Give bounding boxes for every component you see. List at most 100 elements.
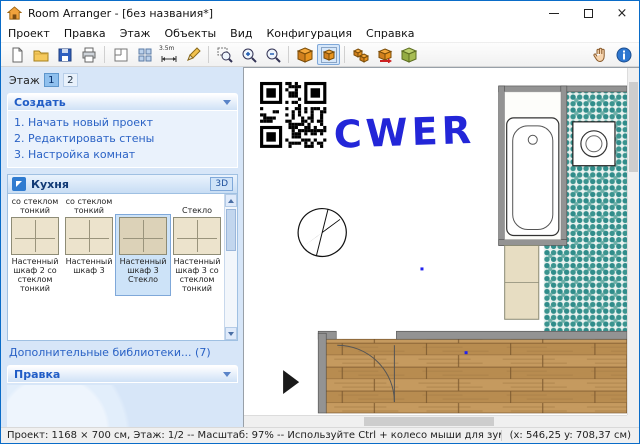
grid-icon bbox=[137, 47, 153, 63]
edit-panel-title: Правка bbox=[14, 368, 60, 381]
title-bar[interactable]: Room Arranger - [без названия*] × bbox=[1, 1, 639, 25]
wood-floor bbox=[326, 339, 627, 413]
maximize-button[interactable] bbox=[571, 1, 605, 25]
scrollbar-thumb[interactable] bbox=[226, 209, 236, 251]
cube-3d-icon bbox=[297, 47, 313, 63]
chevron-down-icon[interactable] bbox=[223, 100, 231, 105]
save-icon bbox=[57, 47, 73, 63]
scroll-down-button[interactable] bbox=[225, 327, 237, 340]
zoom-in-icon bbox=[241, 47, 257, 63]
create-panel-header[interactable]: Создать bbox=[7, 93, 238, 111]
cabinet-thumbnail bbox=[65, 217, 113, 255]
status-coordinates: (x: 546,25 y: 708,37 см) bbox=[501, 430, 639, 441]
library-partial-label[interactable]: со стеклом тонкий bbox=[62, 197, 116, 215]
toolbar-separator bbox=[344, 46, 345, 63]
objects-3d-button[interactable] bbox=[349, 44, 372, 65]
info-button[interactable] bbox=[612, 44, 635, 65]
scrollbar-thumb[interactable] bbox=[364, 417, 494, 426]
more-libraries-link[interactable]: Дополнительные библиотеки... (7) bbox=[9, 346, 238, 359]
zoom-in-button[interactable] bbox=[237, 44, 260, 65]
library-item-label: Настенный шкаф 3 Стекло bbox=[117, 257, 169, 284]
bathtub[interactable] bbox=[507, 118, 559, 236]
library-3d-button[interactable]: 3D bbox=[210, 177, 233, 191]
library-item-label: Настенный шкаф 3 bbox=[63, 257, 115, 275]
minimize-button[interactable] bbox=[537, 1, 571, 25]
floor-label: Этаж bbox=[9, 74, 40, 87]
link-room-setup[interactable]: 3. Настройка комнат bbox=[14, 147, 231, 163]
tiled-floor-lower bbox=[544, 245, 627, 333]
link-edit-walls[interactable]: 2. Редактировать стены bbox=[14, 131, 231, 147]
link-start-new-project[interactable]: 1. Начать новый проект bbox=[14, 115, 231, 131]
cube-frame-3d-icon bbox=[321, 47, 337, 63]
library-item[interactable]: Настенный шкаф 3 bbox=[62, 215, 116, 295]
status-bar: Проект: 1168 × 700 см, Этаж: 1/2 -- Масш… bbox=[1, 427, 639, 443]
dimension-label: 3.5m bbox=[159, 45, 174, 52]
scrollbar-thumb[interactable] bbox=[629, 82, 638, 172]
dimension-button[interactable]: 3.5m bbox=[157, 44, 180, 65]
library-scrollbar[interactable] bbox=[224, 194, 237, 340]
view-3d-frame-button[interactable] bbox=[317, 44, 340, 65]
menu-edit[interactable]: Правка bbox=[57, 26, 113, 41]
menu-help[interactable]: Справка bbox=[359, 26, 421, 41]
object-list-button[interactable] bbox=[133, 44, 156, 65]
new-document-icon bbox=[9, 47, 25, 63]
print-button[interactable] bbox=[77, 44, 100, 65]
room-plan-icon bbox=[113, 47, 129, 63]
scrollbar-corner bbox=[627, 415, 639, 427]
menu-configuration[interactable]: Конфигурация bbox=[259, 26, 359, 41]
create-panel: Создать 1. Начать новый проект 2. Редакт… bbox=[7, 93, 238, 168]
minimize-icon bbox=[549, 13, 559, 14]
library-item[interactable]: Настенный шкаф 2 со стеклом тонкий bbox=[8, 215, 62, 295]
open-folder-icon bbox=[33, 47, 49, 63]
library-partial-label[interactable]: со стеклом тонкий bbox=[8, 197, 62, 215]
info-icon bbox=[616, 47, 632, 63]
walkthrough-button[interactable] bbox=[373, 44, 396, 65]
save-button[interactable] bbox=[53, 44, 76, 65]
library-title: Кухня bbox=[31, 178, 205, 191]
library-item-label: Настенный шкаф 3 со стеклом тонкий bbox=[171, 257, 223, 293]
library-header[interactable]: Кухня 3D bbox=[7, 174, 238, 194]
annotation-text[interactable]: CWER bbox=[333, 108, 476, 157]
library-item-selected[interactable]: Настенный шкаф 3 Стекло bbox=[116, 215, 170, 295]
floor-tab-1[interactable]: 1 bbox=[44, 73, 59, 87]
qr-code bbox=[256, 78, 330, 152]
menu-objects[interactable]: Объекты bbox=[157, 26, 223, 41]
scroll-up-button[interactable] bbox=[225, 194, 237, 207]
cabinet-thumbnail bbox=[11, 217, 59, 255]
edit-panel-header[interactable]: Правка bbox=[7, 365, 238, 383]
zoom-out-button[interactable] bbox=[261, 44, 284, 65]
toolbar-separator bbox=[288, 46, 289, 63]
chevron-down-icon[interactable] bbox=[223, 372, 231, 377]
menu-project[interactable]: Проект bbox=[1, 26, 57, 41]
hand-tool-button[interactable] bbox=[588, 44, 611, 65]
floor-plan-canvas[interactable]: CWER bbox=[244, 68, 627, 415]
window-title: Room Arranger - [без названия*] bbox=[28, 7, 537, 20]
view-3d-button[interactable] bbox=[293, 44, 316, 65]
menu-view[interactable]: Вид bbox=[223, 26, 259, 41]
close-button[interactable]: × bbox=[605, 1, 639, 25]
menu-floor[interactable]: Этаж bbox=[113, 26, 158, 41]
library-partial-label[interactable]: Стекло bbox=[170, 206, 224, 215]
triangle-marker[interactable] bbox=[283, 370, 299, 394]
scene-3d-button[interactable] bbox=[397, 44, 420, 65]
floor-tab-2[interactable]: 2 bbox=[63, 73, 78, 87]
arrow-down-icon bbox=[228, 332, 234, 336]
cubes-3d-icon bbox=[353, 47, 369, 63]
canvas-horizontal-scrollbar[interactable] bbox=[244, 415, 627, 427]
edit-panel: Правка bbox=[7, 365, 238, 383]
library-item[interactable]: Настенный шкаф 3 со стеклом тонкий bbox=[170, 215, 224, 295]
draw-button[interactable] bbox=[181, 44, 204, 65]
cabinet-thumbnail bbox=[119, 217, 167, 255]
zoom-window-button[interactable] bbox=[213, 44, 236, 65]
compass-symbol[interactable] bbox=[293, 204, 351, 262]
status-project-info: Проект: 1168 × 700 см, Этаж: 1/2 -- Масш… bbox=[1, 430, 501, 441]
cabinet[interactable] bbox=[505, 245, 539, 319]
close-icon: × bbox=[617, 7, 628, 20]
library-list: со стеклом тонкий со стеклом тонкий Стек… bbox=[7, 194, 238, 341]
room-design-button[interactable] bbox=[109, 44, 132, 65]
washing-machine[interactable] bbox=[573, 122, 615, 166]
new-project-button[interactable] bbox=[5, 44, 28, 65]
open-project-button[interactable] bbox=[29, 44, 52, 65]
arrow-up-icon bbox=[228, 199, 234, 203]
canvas-vertical-scrollbar[interactable] bbox=[627, 68, 639, 415]
